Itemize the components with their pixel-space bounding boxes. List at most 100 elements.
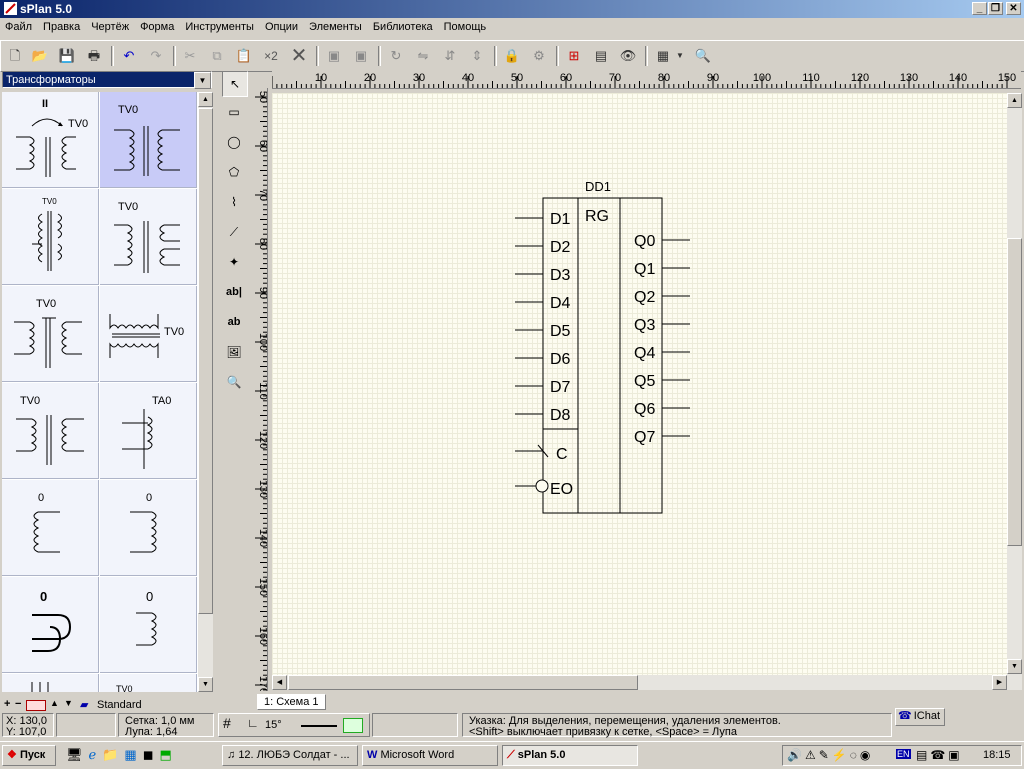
fill-color-icon[interactable]: [343, 718, 363, 733]
delete-icon[interactable]: ✕: [288, 45, 310, 67]
redo-icon[interactable]: ↷: [145, 45, 167, 67]
library-item[interactable]: TV0: [2, 383, 99, 479]
add-icon[interactable]: +: [4, 698, 10, 710]
task-splan[interactable]: ⟋ sPlan 5.0: [502, 745, 638, 766]
new-file-icon[interactable]: 🗋: [4, 45, 26, 67]
library-item[interactable]: TV0: [100, 189, 197, 285]
menu-elements[interactable]: Элементы: [304, 18, 368, 33]
scroll-thumb[interactable]: [288, 675, 638, 690]
group-icon[interactable]: 🔒: [501, 45, 523, 67]
mirror-v-icon[interactable]: ⇵: [439, 45, 461, 67]
library-item[interactable]: [2, 674, 99, 692]
cut-icon[interactable]: ✂: [179, 45, 201, 67]
tab-sheet-1[interactable]: 1: Схема 1: [257, 694, 326, 710]
library-item[interactable]: TV0: [100, 674, 197, 692]
library-item[interactable]: 0: [100, 577, 197, 673]
text-tool-icon[interactable]: ab|: [222, 280, 246, 304]
menu-shape[interactable]: Форма: [135, 18, 180, 33]
binoculars-icon[interactable]: 👁: [617, 45, 639, 67]
menu-drawing[interactable]: Чертёж: [86, 18, 135, 33]
tray-icons[interactable]: 🔊⚠✎⚡◌◉: [787, 748, 873, 762]
send-back-icon[interactable]: ▣: [350, 45, 372, 67]
save-icon[interactable]: 💾: [56, 45, 78, 67]
canvas-vertical-scrollbar[interactable]: ▲ ▼: [1007, 93, 1022, 690]
library-item[interactable]: TV0: [2, 286, 99, 382]
parts-list-icon[interactable]: ▤: [590, 45, 612, 67]
library-item[interactable]: TV0: [2, 189, 99, 285]
library-item-selected[interactable]: TV0: [100, 92, 197, 188]
undo-icon[interactable]: ↶: [118, 45, 140, 67]
library-item[interactable]: II TV0: [2, 92, 99, 188]
minimize-button[interactable]: _: [972, 2, 987, 15]
restore-button[interactable]: ❐: [988, 2, 1003, 15]
menu-tools[interactable]: Инструменты: [180, 18, 260, 33]
snap-angle[interactable]: 15°: [265, 720, 282, 731]
library-item[interactable]: 0: [100, 480, 197, 576]
grid-dropdown-icon[interactable]: ▼: [675, 45, 685, 67]
ichat-button[interactable]: ☎ IChat: [895, 708, 945, 726]
scroll-right-icon[interactable]: ▶: [992, 675, 1007, 690]
desktop-icon[interactable]: 🖥: [66, 747, 89, 762]
task-word[interactable]: W Microsoft Word: [362, 745, 498, 766]
notes-icon[interactable]: ⬒: [160, 747, 178, 762]
scroll-down-icon[interactable]: ▼: [198, 677, 213, 692]
rectangle-icon[interactable]: ▭: [222, 100, 246, 124]
ie-icon[interactable]: ℯ: [89, 747, 103, 762]
bezier-icon[interactable]: ⌇: [222, 190, 246, 214]
menu-help[interactable]: Помощь: [439, 18, 493, 33]
rotate-icon[interactable]: ↻: [385, 45, 407, 67]
start-button[interactable]: ❖ Пуск: [2, 745, 56, 766]
bring-front-icon[interactable]: ▣: [323, 45, 345, 67]
mirror-h-icon[interactable]: ⇋: [412, 45, 434, 67]
line-icon[interactable]: ⟋: [222, 220, 246, 244]
close-button[interactable]: ✕: [1006, 2, 1021, 15]
library-item[interactable]: 0: [2, 480, 99, 576]
scroll-up-icon[interactable]: ▲: [198, 92, 213, 107]
zoom-tool-icon[interactable]: 🔍: [222, 370, 246, 394]
library-item[interactable]: TA0: [100, 383, 197, 479]
angle-icon[interactable]: ∟: [247, 717, 259, 729]
scroll-up-icon[interactable]: ▲: [1007, 93, 1022, 108]
library-select[interactable]: Трансформаторы ▼: [2, 71, 212, 89]
rename-icon[interactable]: [26, 700, 46, 711]
explorer-icon[interactable]: 📁: [102, 747, 124, 762]
chevron-down-icon[interactable]: ▼: [194, 72, 211, 89]
scroll-down-icon[interactable]: ▼: [1007, 659, 1022, 674]
library-name[interactable]: Standard: [97, 699, 142, 711]
grid-toggle-icon[interactable]: #: [223, 716, 231, 730]
duplicate-button[interactable]: ×2: [260, 45, 282, 67]
library-scrollbar[interactable]: ▲ ▼: [198, 92, 213, 692]
menu-edit[interactable]: Правка: [38, 18, 86, 33]
numbering-icon[interactable]: ⊞: [563, 45, 585, 67]
drawing-canvas[interactable]: DD1 RG D1 D2 D3 D4 D5 D6 D7 D8 Q0 Q1 Q2 Q3 Q4 Q5 Q6 Q7…: [272, 93, 1007, 675]
canvas-horizontal-scrollbar[interactable]: ◀ ▶: [272, 675, 1007, 690]
menu-library[interactable]: Библиотека: [368, 18, 439, 33]
image-icon[interactable]: 🖼: [222, 340, 246, 364]
arrow-up-icon[interactable]: ▲: [50, 698, 59, 708]
tray-icons-2[interactable]: ▤☎▣: [916, 748, 963, 762]
paste-icon[interactable]: 📋: [233, 45, 255, 67]
register-component[interactable]: RG D1 D2 D3 D4 D5 D6 D7 D8 Q0 Q1 Q2 Q3 Q4 Q5 Q6 Q7 C E…: [515, 197, 690, 514]
ungroup-icon[interactable]: ⚙: [528, 45, 550, 67]
polygon-icon[interactable]: ⬠: [222, 160, 246, 184]
library-item[interactable]: 0: [2, 577, 99, 673]
open-folder-icon[interactable]: 📂: [29, 45, 51, 67]
menu-options[interactable]: Опции: [260, 18, 304, 33]
remove-icon[interactable]: −: [15, 698, 21, 710]
copy-icon[interactable]: ⧉: [206, 45, 228, 67]
ellipse-icon[interactable]: ◯: [222, 130, 246, 154]
library-item[interactable]: TV0: [100, 286, 197, 382]
menu-file[interactable]: Файл: [0, 18, 38, 33]
textbox-tool-icon[interactable]: ab: [222, 310, 246, 334]
app-icon[interactable]: ▦: [124, 747, 142, 762]
arrow-down-icon[interactable]: ▼: [64, 698, 73, 708]
connection-point-icon[interactable]: ✦: [222, 250, 246, 274]
align-icon[interactable]: ⇕: [466, 45, 488, 67]
media-icon[interactable]: ◼: [143, 747, 160, 762]
scroll-thumb[interactable]: [1007, 238, 1022, 546]
scroll-left-icon[interactable]: ◀: [272, 675, 287, 690]
pointer-icon[interactable]: ↖: [222, 71, 248, 97]
task-winamp[interactable]: ♫ 12. ЛЮБЭ Солдат - ...: [222, 745, 358, 766]
zoom-icon[interactable]: 🔍: [692, 45, 714, 67]
language-indicator[interactable]: EN: [896, 749, 911, 759]
